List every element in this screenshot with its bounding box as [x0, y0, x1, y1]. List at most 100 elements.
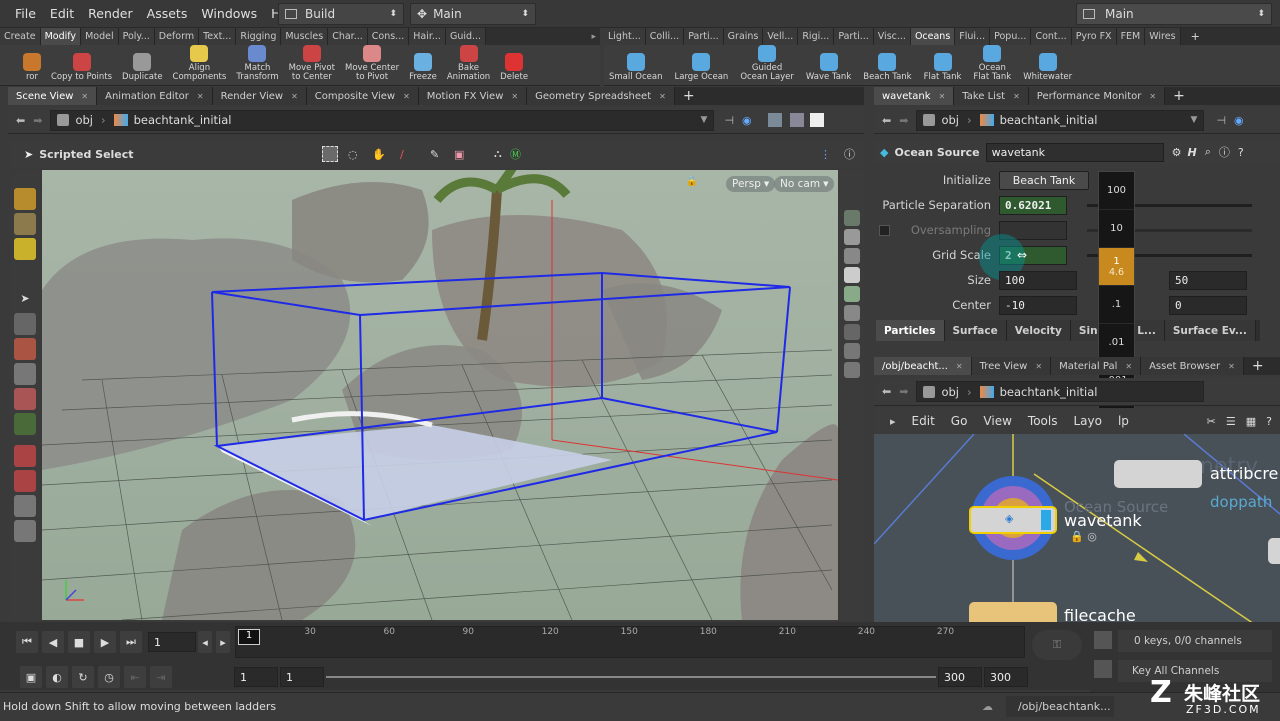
brush-select-icon[interactable]: ✋ — [372, 148, 386, 161]
step-forward-icon[interactable]: ▸ — [216, 631, 230, 653]
shelf-tab[interactable]: Pyro FX — [1071, 28, 1117, 45]
shading-icon[interactable] — [844, 248, 860, 264]
shelf-tab[interactable]: Parti... — [834, 28, 874, 45]
shelf-tool[interactable]: Wave Tank — [803, 45, 854, 86]
transform-tool-icon[interactable] — [14, 213, 36, 235]
pane-tab[interactable]: Composite View ✕ — [306, 87, 419, 105]
shelf-tab[interactable]: Poly... — [118, 28, 155, 45]
pane-tab[interactable]: Tree View ✕ — [971, 357, 1052, 375]
parm-folder-tab[interactable]: Surface Ev... — [1164, 320, 1256, 341]
ladder-step[interactable]: 10 — [1099, 210, 1134, 248]
forward-arrow-icon[interactable]: ➡ — [899, 385, 908, 398]
magnet-icon[interactable] — [14, 338, 36, 360]
viewport-lock-icon[interactable]: 🔒 — [686, 176, 698, 187]
shelf-tool[interactable]: Large Ocean — [672, 45, 732, 86]
wrench-icon[interactable]: ✂ — [1207, 415, 1216, 428]
attribcreate-node[interactable] — [1114, 460, 1202, 488]
shelf-tab[interactable]: Vell... — [763, 28, 799, 45]
shelf-tab[interactable]: Visc... — [873, 28, 911, 45]
chevron-right-icon[interactable]: ▸ — [591, 32, 596, 42]
help-icon[interactable]: ⓘ — [844, 146, 855, 162]
camera-view-icon[interactable] — [844, 305, 860, 321]
shelf-tab[interactable]: Text... — [199, 28, 237, 45]
range-end2-field[interactable]: 300 — [984, 667, 1028, 687]
channel-list-icon[interactable] — [1094, 631, 1112, 649]
shelf-tab[interactable]: Char... — [328, 28, 368, 45]
shelf-tab[interactable]: Flui... — [955, 28, 991, 45]
shelf-tab[interactable]: FEM — [1116, 28, 1146, 45]
shelf-tool[interactable]: Whitewater — [1020, 45, 1075, 86]
lasso-icon[interactable]: ◌ — [348, 148, 358, 161]
step-back-icon[interactable]: ◂ — [198, 631, 212, 653]
lock-view-icon[interactable] — [844, 229, 860, 245]
forward-arrow-icon[interactable]: ➡ — [33, 114, 42, 127]
shelf-tab[interactable]: Parti... — [684, 28, 724, 45]
pin-icon[interactable]: ⊣ — [1216, 114, 1226, 127]
parm-folder-tab[interactable]: Surface — [944, 320, 1007, 341]
shelf-tool[interactable]: Flat Tank — [921, 45, 965, 86]
shelf-tool[interactable]: Move Center to Pivot — [342, 44, 402, 86]
realtime-icon[interactable]: ▣ — [20, 666, 42, 688]
pane-tab[interactable]: Scene View ✕ — [8, 87, 98, 105]
parm-folder-tab[interactable]: Velocity — [1006, 320, 1071, 341]
back-arrow-icon[interactable]: ⬅ — [16, 114, 25, 127]
next-key-icon[interactable]: ⇥ — [150, 666, 172, 688]
shelf-tab[interactable]: Create — [0, 28, 41, 45]
pane-tab[interactable]: Material Pal ✕ — [1051, 357, 1142, 375]
scene-viewport[interactable]: 🔒 Persp ▼ No cam ▼ — [42, 170, 838, 620]
desktop-build-combo[interactable]: Build ⬍ — [278, 3, 404, 25]
wire-icon[interactable] — [14, 470, 36, 492]
display-options-icon[interactable] — [844, 210, 860, 226]
pane-tab[interactable]: Performance Monitor ✕ — [1028, 87, 1166, 105]
close-icon[interactable]: ✕ — [956, 362, 963, 371]
lock-icon[interactable] — [14, 313, 36, 335]
select-tool-icon[interactable] — [14, 188, 36, 210]
network-menu-item[interactable]: Tools — [1028, 414, 1058, 428]
menu-assets[interactable]: Assets — [140, 6, 195, 21]
pane-tab[interactable]: Animation Editor ✕ — [97, 87, 213, 105]
shelf-tool[interactable]: Align Components — [170, 44, 230, 86]
center-z-field[interactable]: 0 — [1169, 295, 1247, 315]
select-group-icon[interactable]: ▣ — [454, 148, 464, 161]
select-pointer-icon[interactable]: ✎ — [430, 148, 439, 161]
play-reverse-icon[interactable]: ◀ — [42, 631, 64, 653]
shelf-tab[interactable]: Modify — [40, 28, 82, 45]
size-z-field[interactable]: 50 — [1169, 270, 1247, 290]
shelf-tab[interactable]: Colli... — [645, 28, 685, 45]
close-icon[interactable]: ✕ — [197, 92, 204, 101]
gear-icon[interactable]: ⚙ — [1172, 146, 1182, 159]
close-icon[interactable]: ✕ — [511, 92, 518, 101]
toggle-icon[interactable]: ⋮ — [820, 148, 831, 161]
audio-icon[interactable]: ◐ — [46, 666, 68, 688]
info-icon[interactable]: ⓘ — [1219, 144, 1230, 160]
shelf-tool[interactable]: Beach Tank — [860, 45, 914, 86]
network-menu-item[interactable]: Edit — [912, 414, 935, 428]
range-end-field[interactable]: 300 — [938, 667, 982, 687]
shelf-tool[interactable]: Bake Animation — [444, 44, 493, 86]
center-x-field[interactable]: -10 — [999, 295, 1077, 315]
menu-toggle-icon[interactable]: ▸ — [890, 415, 896, 428]
menu-file[interactable]: File — [8, 6, 43, 21]
add-tab-icon[interactable]: + — [683, 88, 695, 104]
shelf-tool[interactable]: Freeze — [406, 45, 440, 86]
select-connected-icon[interactable]: ⛬ — [494, 147, 502, 161]
houdini-icon[interactable]: H — [1187, 146, 1196, 159]
parm-folder-tab[interactable]: Particles — [876, 320, 945, 341]
back-arrow-icon[interactable]: ⬅ — [882, 385, 891, 398]
disk-icon[interactable] — [14, 520, 36, 542]
network-view[interactable]: ◈ Ocean Source wavetank 🔒 ◎ netry attrib… — [874, 434, 1280, 624]
prev-key-icon[interactable]: ⇤ — [124, 666, 146, 688]
close-icon[interactable]: ✕ — [659, 92, 666, 101]
pane-tab[interactable]: Asset Browser ✕ — [1141, 357, 1244, 375]
camera-icon[interactable] — [14, 363, 36, 385]
menu-render[interactable]: Render — [81, 6, 140, 21]
geometry-icon[interactable] — [14, 495, 36, 517]
shelf-tab[interactable]: Cons... — [367, 28, 410, 45]
close-icon[interactable]: ✕ — [1125, 362, 1132, 371]
ladder-step[interactable]: .1 — [1099, 286, 1134, 324]
range-slider[interactable] — [326, 676, 936, 678]
shelf-tab[interactable]: Deform — [154, 28, 200, 45]
shelf-tab[interactable]: Muscles — [281, 28, 329, 45]
close-icon[interactable]: ✕ — [291, 92, 298, 101]
add-tab-icon[interactable]: + — [1173, 88, 1185, 104]
